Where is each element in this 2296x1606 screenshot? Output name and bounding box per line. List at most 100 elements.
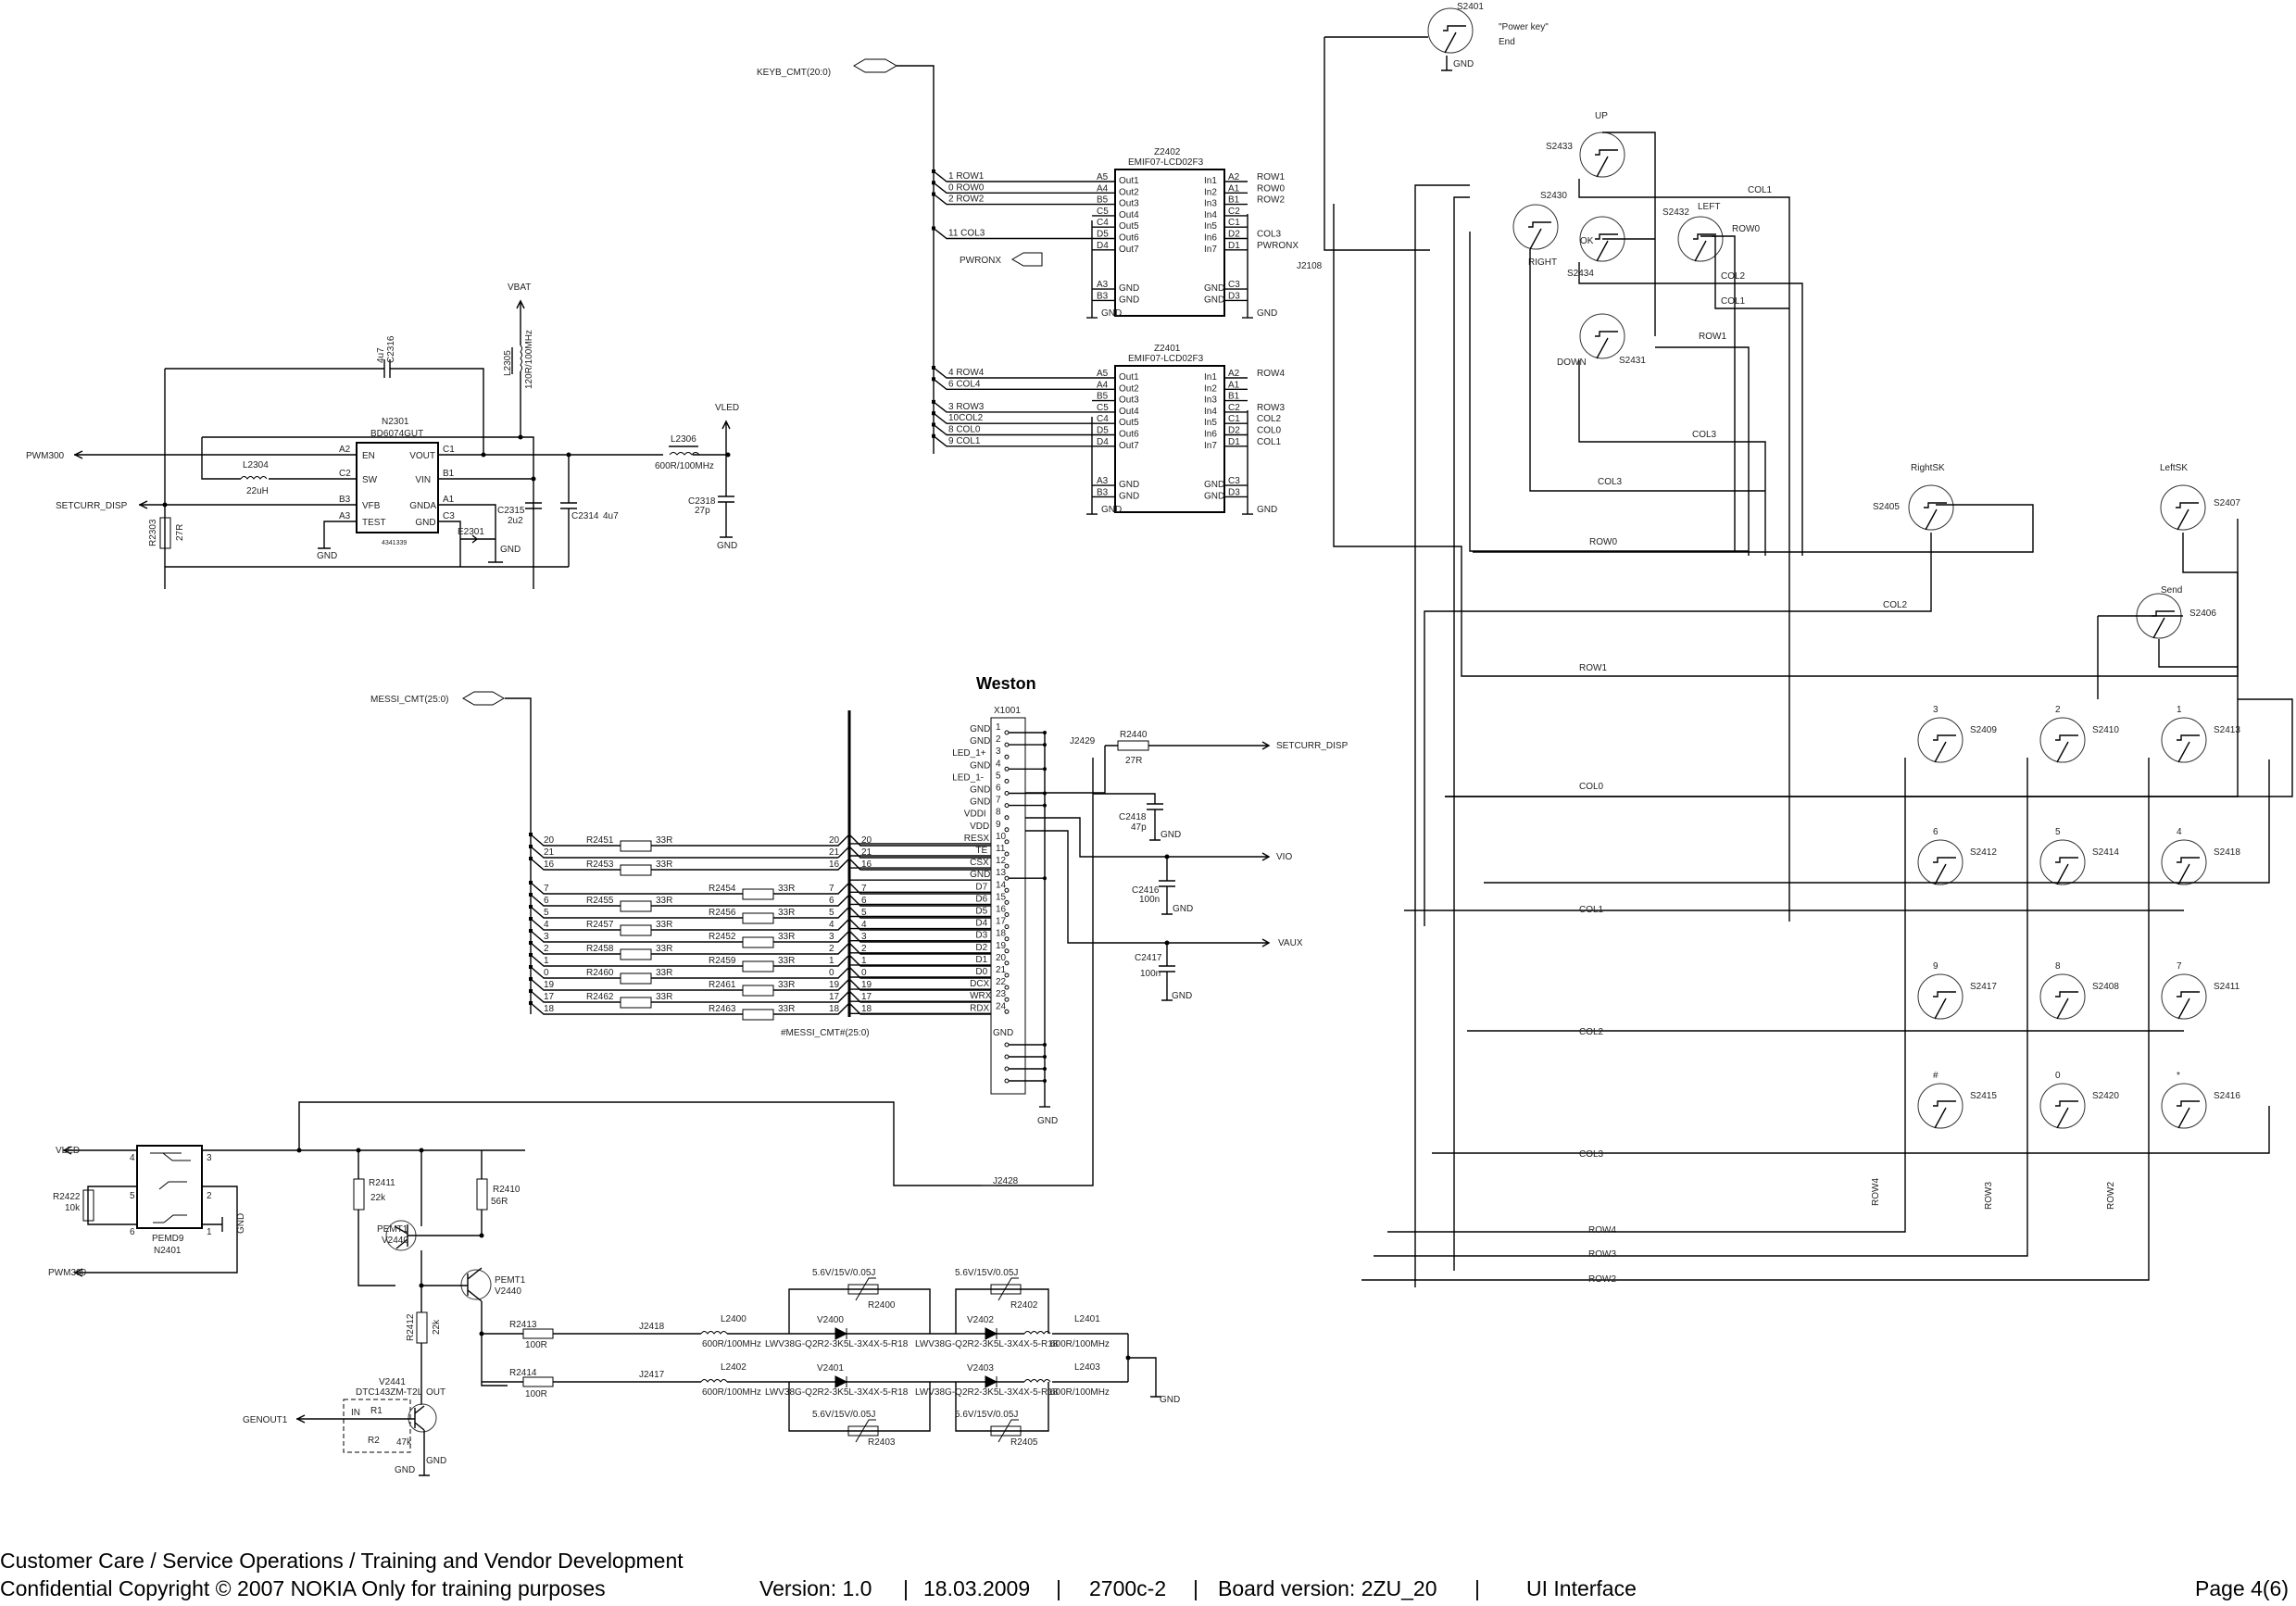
nav-key-label: DOWN xyxy=(1557,358,1587,368)
footer-line1: Customer Care / Service Operations / Tra… xyxy=(0,1549,684,1573)
r2410-value: 56R xyxy=(491,1197,508,1207)
v2440b-type: PEMT1 xyxy=(495,1275,526,1286)
keypad-net-label: COL0 xyxy=(1579,782,1604,792)
matrix-key-label: 9 xyxy=(1933,961,1938,972)
x1001-pin-number: 17 xyxy=(996,917,1007,927)
x1001-pin-name: D0 xyxy=(975,967,987,977)
label-vled-out: VLED xyxy=(56,1146,80,1156)
bit-label-left: 4 xyxy=(544,920,549,930)
keypad-net xyxy=(2097,615,2238,699)
wire-drive xyxy=(358,1150,483,1286)
keypad-net xyxy=(1361,758,2150,1281)
wire-test-gnd xyxy=(318,521,357,549)
keypad-net-label: ROW0 xyxy=(1732,224,1760,234)
series-resistor-ref: R2462 xyxy=(586,992,614,1002)
footer-version: Version: 1.0 xyxy=(759,1576,872,1600)
bit-label-mid: 18 xyxy=(829,1004,840,1014)
nav-key-label: RIGHT xyxy=(1528,257,1557,268)
x1001-pin-name: GND xyxy=(970,785,990,796)
x1001-pin-number: 20 xyxy=(996,953,1007,963)
varistor-value: 5.6V/15V/0.05J xyxy=(812,1268,875,1278)
j2428-label: J2428 xyxy=(993,1176,1019,1186)
emif-net-label: ROW4 xyxy=(1257,369,1285,379)
matrix-key-ref: S2411 xyxy=(2214,982,2240,992)
r2303-ref: R2303 xyxy=(148,519,158,546)
kbd-light-section: PEMD9 N2401 4 5 6 3 2 1 VLED PWM300 GND R2422… xyxy=(48,1101,1180,1476)
matrix-key-label: 7 xyxy=(2177,961,2182,972)
cap-c2314 xyxy=(560,502,577,509)
x1001-pin-number: 16 xyxy=(996,905,1007,915)
label-vled: VLED xyxy=(715,403,739,413)
footer-sep2: | xyxy=(1056,1576,1061,1600)
keypad-net-label: ROW4 xyxy=(1588,1225,1616,1236)
n2301-ball: C1 xyxy=(443,445,455,455)
r2411-ref: R2411 xyxy=(369,1178,395,1188)
x1001-pin-name: GND xyxy=(970,797,990,808)
bus-tap-label: 3 ROW3 xyxy=(948,402,985,412)
r2410-ref: R2410 xyxy=(493,1185,521,1195)
x1001-pin-number: 4 xyxy=(996,759,1001,769)
v2441-ref: V2441 xyxy=(379,1377,406,1387)
varistor-ref: R2402 xyxy=(1010,1300,1038,1311)
r2303-value: 27R xyxy=(175,524,185,541)
emif-net-label: COL1 xyxy=(1257,437,1282,447)
emif-gnd-label: GND xyxy=(1101,505,1122,515)
r2414-ref: R2414 xyxy=(509,1368,537,1378)
keypad-net-label: COL2 xyxy=(1721,271,1746,282)
bit-label-right: 7 xyxy=(861,884,867,894)
l2304-ref: L2304 xyxy=(243,460,269,471)
gnda-gnd: GND xyxy=(500,545,521,555)
test-gnd: GND xyxy=(317,551,337,561)
footer-line2: Confidential Copyright © 2007 NOKIA Only… xyxy=(0,1576,606,1600)
transistor-v2440b xyxy=(460,1269,492,1300)
bus-tap-label: 6 COL4 xyxy=(948,379,981,389)
n2401-gnd: GND xyxy=(236,1213,246,1234)
series-resistor-ref: R2460 xyxy=(586,968,614,978)
bit-label-left: 17 xyxy=(544,992,555,1002)
keypad-net-label: COL1 xyxy=(1748,185,1773,195)
emif-gnd-pin: GND xyxy=(1204,283,1224,294)
x1001-pin-number: 1 xyxy=(996,722,1001,733)
emif-gnd-pin: GND xyxy=(1204,295,1224,305)
x1001-gnd: GND xyxy=(1037,1116,1058,1126)
emif-out-pin: Out2 xyxy=(1119,187,1139,197)
emif-in-pin: In4 xyxy=(1204,210,1217,220)
emif-in-pin: In6 xyxy=(1204,430,1217,440)
v2441-r1: R1 xyxy=(370,1406,383,1416)
footer-page: Page 4(6) xyxy=(2195,1576,2290,1600)
switch-s2418 xyxy=(2161,839,2207,885)
keypad-net-label: ROW0 xyxy=(1589,537,1617,547)
keypad-net xyxy=(1473,504,2034,553)
bit-label-right: 0 xyxy=(861,968,867,978)
softkey-label: RightSK xyxy=(1911,463,1945,473)
wire-vio xyxy=(1025,817,1269,858)
c2417-gnd: GND xyxy=(1172,991,1192,1001)
resistor-r2455 xyxy=(620,900,652,912)
series-resistor-ref: R2455 xyxy=(586,896,614,906)
jumper-label: J2417 xyxy=(639,1370,665,1380)
matrix-key-ref: S2409 xyxy=(1970,725,1997,735)
emif-gnd-pin: GND xyxy=(1119,480,1139,490)
pemd9-internals xyxy=(150,1152,191,1223)
inductor-value: 600R/100MHz xyxy=(1050,1339,1110,1349)
label-pwm300-b: PWM300 xyxy=(48,1268,87,1278)
messi-bus-left xyxy=(505,697,532,1014)
footer-board: Board version: 2ZU_20 xyxy=(1218,1576,1437,1600)
switch-s2413 xyxy=(2161,717,2207,763)
led-part: LWV38G-Q2R2-3K5L-3X4X-5-R18 xyxy=(915,1339,1059,1349)
n2401-pin-number: 1 xyxy=(207,1227,212,1237)
v2440a-ref: V2440 xyxy=(382,1236,408,1246)
x1001-pin-name: D1 xyxy=(975,955,987,965)
x1001-pin-number: 21 xyxy=(996,965,1007,975)
n2301-pin-name: GND xyxy=(415,518,435,528)
pwronx-port xyxy=(1011,252,1043,267)
matrix-key-label: 5 xyxy=(2055,827,2061,837)
emif-gnd-label: GND xyxy=(1257,308,1277,319)
emif-in-pin: In3 xyxy=(1204,395,1217,406)
series-resistor-value: 33R xyxy=(778,884,795,894)
x1001-pin-number: 14 xyxy=(996,880,1007,890)
keypad-net xyxy=(1453,196,1470,1271)
keypad-net-label: COL2 xyxy=(1579,1027,1604,1037)
x1001-pin-name: RESX xyxy=(964,834,990,844)
emif-in-pin: In2 xyxy=(1204,383,1217,394)
